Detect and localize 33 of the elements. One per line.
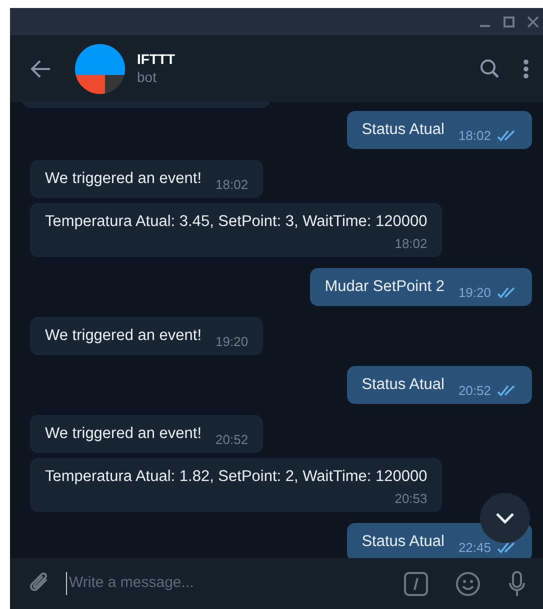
maximize-icon[interactable] [503,16,515,28]
message-text: Status Atual [362,120,444,140]
microphone-icon[interactable] [507,570,527,598]
chat-title: IFTTT [137,51,176,68]
message-time: 20:53 [394,491,428,507]
message-time: 19:20 [458,285,491,301]
message-text: We triggered an event! [45,424,202,444]
message-text: Mudar SetPoint 2 [324,277,444,297]
message-text: We triggered an event! [45,326,202,346]
message-text: Temperatura Atual: 3.45, SetPoint: 3, WaitTime: 120000 [45,212,428,232]
back-arrow-icon[interactable] [30,58,52,80]
close-icon[interactable] [527,16,539,28]
message-text: Status Atual [362,532,444,552]
message-time: 18:02 [458,128,491,144]
message-time: 18:02 [394,236,428,252]
chevron-down-icon [495,512,515,524]
message-time: 18:02 [216,177,248,193]
message-time: 22:45 [458,540,491,556]
message-time: 19:20 [216,334,248,350]
menu-icon[interactable] [523,58,529,80]
message-input[interactable]: Write a message... [66,572,395,595]
scroll-down-button[interactable] [480,493,530,543]
slash-command-icon[interactable] [403,570,429,596]
message-field[interactable]: Write a message... [10,558,543,609]
message-text: Status Atual [362,375,444,395]
message-time: 20:52 [458,383,491,399]
search-icon[interactable] [479,58,501,80]
message-text: Temperatura Atual: 1.82, SetPoint: 2, WaitTime: 120000 [45,467,428,487]
message-text: We triggered an event! [45,169,202,189]
emoji-icon[interactable] [455,570,481,596]
message-time: 20:52 [216,432,248,448]
avatar-icon [75,44,125,94]
chat-status: bot [137,68,158,86]
